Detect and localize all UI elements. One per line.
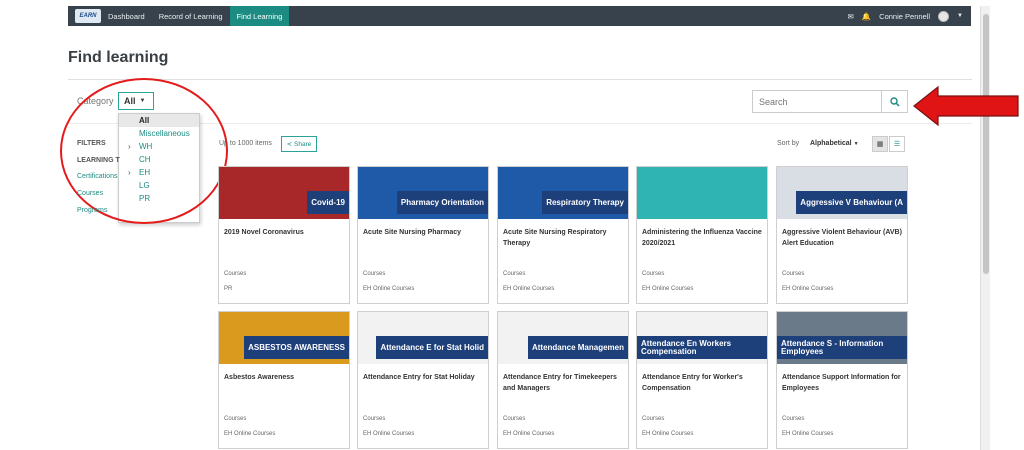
top-navbar: EARN Dashboard Record of Learning Find L… [68, 6, 971, 26]
share-icon: ≺ [286, 141, 293, 148]
course-category: EH Online Courses [503, 431, 555, 437]
course-title[interactable]: Aggressive Violent Behaviour (AVB) Alert… [782, 228, 906, 249]
user-area: ✉ 🔔 Connie Pennell ▼ [848, 10, 971, 22]
course-card[interactable]: Pharmacy Orientation Acute Site Nursing P… [357, 166, 489, 304]
search-icon [889, 96, 900, 107]
course-category: EH Online Courses [363, 286, 415, 292]
course-type: Courses [642, 416, 665, 422]
course-type: Courses [503, 271, 526, 277]
list-view-button[interactable]: ☰ [889, 136, 905, 152]
thumbnail-banner: ASBESTOS AWARENESS [244, 336, 349, 359]
course-type: Courses [224, 271, 247, 277]
thumbnail-banner: Aggressive V Behaviour (A [796, 191, 907, 214]
search-input[interactable] [752, 90, 882, 113]
course-card[interactable]: Attendance S - Information Employees Atte… [776, 311, 908, 449]
course-title[interactable]: Acute Site Nursing Pharmacy [363, 228, 487, 239]
avatar[interactable] [938, 10, 950, 22]
course-thumbnail[interactable]: ASBESTOS AWARENESS [219, 312, 349, 364]
course-card[interactable]: Attendance Managemen Attendance Entry for… [497, 311, 629, 449]
course-category: EH Online Courses [642, 286, 694, 292]
course-thumbnail[interactable]: Respiratory Therapy [498, 167, 628, 219]
course-title[interactable]: 2019 Novel Coronavirus [224, 228, 348, 239]
mail-icon[interactable]: ✉ [848, 12, 854, 21]
page-title: Find learning [68, 49, 169, 66]
course-thumbnail[interactable]: Aggressive V Behaviour (A [777, 167, 907, 219]
filters-heading: FILTERS [77, 140, 106, 147]
filter-certifications[interactable]: Certifications [77, 173, 117, 180]
course-title[interactable]: Asbestos Awareness [224, 373, 348, 384]
course-card[interactable]: Attendance E for Stat Holid Attendance En… [357, 311, 489, 449]
filter-courses[interactable]: Courses [77, 190, 103, 197]
course-category: EH Online Courses [224, 431, 276, 437]
results-count: Up to 1000 items [219, 140, 272, 147]
highlight-circle [60, 78, 228, 224]
filter-programs[interactable]: Programs [77, 207, 107, 214]
course-title[interactable]: Attendance Support Information for Emplo… [782, 373, 906, 394]
course-title[interactable]: Administering the Influenza Vaccine 2020… [642, 228, 766, 249]
nav-dashboard[interactable]: Dashboard [101, 6, 152, 26]
nav-record-of-learning[interactable]: Record of Learning [152, 6, 230, 26]
course-thumbnail[interactable]: Attendance Managemen [498, 312, 628, 364]
course-thumbnail[interactable] [637, 167, 767, 219]
course-title[interactable]: Acute Site Nursing Respiratory Therapy [503, 228, 627, 249]
course-card[interactable]: Covid-19 2019 Novel Coronavirus Courses PR [218, 166, 350, 304]
course-type: Courses [224, 416, 247, 422]
app-logo[interactable]: EARN [75, 9, 101, 23]
course-thumbnail[interactable]: Attendance E for Stat Holid [358, 312, 488, 364]
course-thumbnail[interactable]: Attendance S - Information Employees [777, 312, 907, 364]
course-card[interactable]: Attendance En Workers Compensation Attend… [636, 311, 768, 449]
course-category: EH Online Courses [782, 431, 834, 437]
course-thumbnail[interactable]: Pharmacy Orientation [358, 167, 488, 219]
sort-label: Sort by [777, 140, 800, 147]
course-thumbnail[interactable]: Attendance En Workers Compensation [637, 312, 767, 364]
course-category: PR [224, 286, 233, 292]
thumbnail-banner: Attendance S - Information Employees [777, 336, 907, 359]
list-icon: ☰ [893, 141, 901, 148]
grid-icon: ▦ [876, 141, 884, 148]
course-type: Courses [503, 416, 526, 422]
course-title[interactable]: Attendance Entry for Stat Holiday [363, 373, 487, 384]
course-card[interactable]: ASBESTOS AWARENESS Asbestos Awareness Cour… [218, 311, 350, 449]
course-card[interactable]: Administering the Influenza Vaccine 2020… [636, 166, 768, 304]
annotation-arrow [913, 85, 1019, 127]
course-type: Courses [782, 416, 805, 422]
course-category: EH Online Courses [503, 286, 555, 292]
course-category: EH Online Courses [782, 286, 834, 292]
grid-view-button[interactable]: ▦ [872, 136, 888, 152]
course-title[interactable]: Attendance Entry for Worker's Compensati… [642, 373, 766, 394]
search-button[interactable] [882, 90, 908, 113]
course-thumbnail[interactable]: Covid-19 [219, 167, 349, 219]
scrollbar-thumb[interactable] [983, 14, 989, 274]
sort-select[interactable]: Alphabetical ▼ [810, 140, 859, 147]
course-category: EH Online Courses [363, 431, 415, 437]
share-button[interactable]: ≺ Share [281, 136, 317, 152]
learning-type-heading: LEARNING T [77, 157, 120, 164]
divider [68, 79, 972, 80]
nav-find-learning[interactable]: Find Learning [229, 6, 290, 26]
thumbnail-banner: Attendance Managemen [527, 336, 628, 359]
thumbnail-banner: Attendance E for Stat Holid [376, 336, 488, 359]
course-category: EH Online Courses [642, 431, 694, 437]
course-title[interactable]: Attendance Entry for Timekeepers and Man… [503, 373, 627, 394]
thumbnail-banner: Pharmacy Orientation [396, 191, 488, 214]
thumbnail-banner: Attendance En Workers Compensation [637, 336, 767, 359]
course-type: Courses [363, 416, 386, 422]
course-card[interactable]: Respiratory Therapy Acute Site Nursing Re… [497, 166, 629, 304]
page-scrollbar[interactable] [980, 6, 990, 450]
thumbnail-banner: Respiratory Therapy [542, 191, 628, 214]
course-type: Courses [642, 271, 665, 277]
course-card[interactable]: Aggressive V Behaviour (A Aggressive Viol… [776, 166, 908, 304]
course-type: Courses [782, 271, 805, 277]
bell-icon[interactable]: 🔔 [862, 12, 871, 21]
chevron-down-icon[interactable]: ▼ [957, 13, 963, 19]
course-type: Courses [363, 271, 386, 277]
thumbnail-banner: Covid-19 [307, 191, 349, 214]
chevron-down-icon: ▼ [853, 141, 859, 147]
user-name[interactable]: Connie Pennell [879, 12, 930, 21]
